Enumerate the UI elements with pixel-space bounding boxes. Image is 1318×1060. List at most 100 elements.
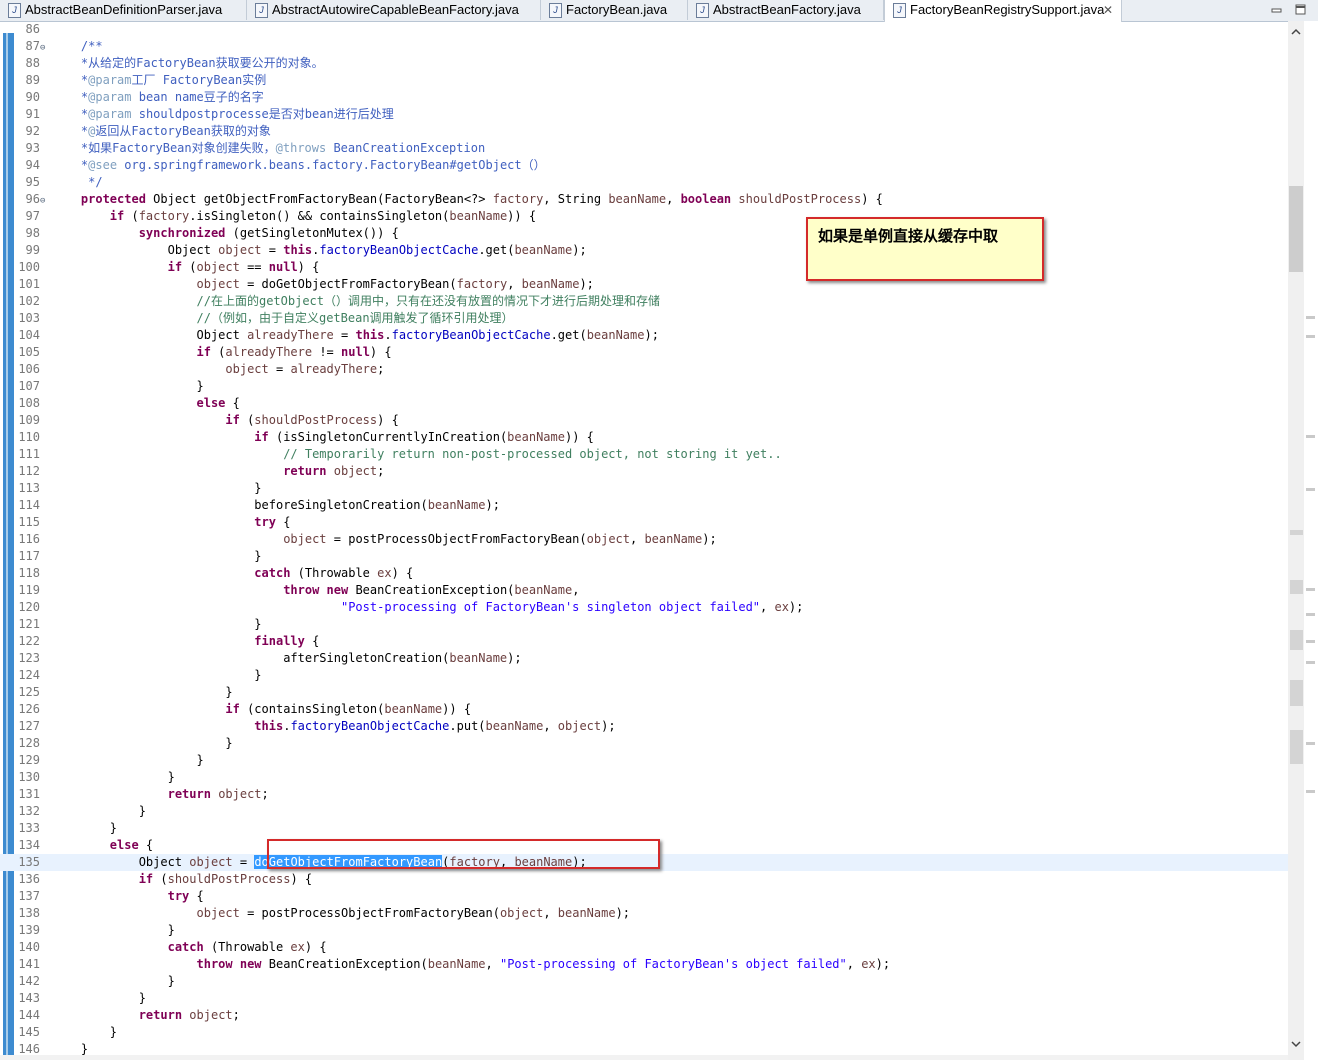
overview-marker[interactable] xyxy=(1306,742,1315,745)
line-number: 134 xyxy=(18,838,40,852)
close-icon[interactable]: ✕ xyxy=(1103,0,1113,20)
code-text: } xyxy=(52,685,233,699)
code-line[interactable]: 141 throw new BeanCreationException(bean… xyxy=(0,956,1288,973)
code-line[interactable]: 112 return object; xyxy=(0,463,1288,480)
horizontal-scrollbar[interactable] xyxy=(0,1055,1288,1060)
code-line[interactable]: 133 } xyxy=(0,820,1288,837)
code-line[interactable]: 103 //（例如，由于自定义getBean调用触发了循环引用处理） xyxy=(0,310,1288,327)
tab-factory-bean[interactable]: J FactoryBean.java xyxy=(541,0,688,20)
overview-marker[interactable] xyxy=(1306,640,1315,643)
code-line[interactable]: 102 //在上面的getObject（）调用中，只有在还没有放置的情况下才进行… xyxy=(0,293,1288,310)
code-line[interactable]: 144 return object; xyxy=(0,1007,1288,1024)
code-line[interactable]: 117 } xyxy=(0,548,1288,565)
code-line[interactable]: 96 ⊖ protected Object getObjectFromFactor… xyxy=(0,191,1288,208)
code-line[interactable]: 89 *@param工厂 FactoryBean实例 xyxy=(0,72,1288,89)
overview-marker[interactable] xyxy=(1306,588,1315,591)
code-line[interactable]: 111 // Temporarily return non-post-proce… xyxy=(0,446,1288,463)
occurrence-marker[interactable] xyxy=(1290,580,1303,594)
code-line[interactable]: 142 } xyxy=(0,973,1288,990)
code-line[interactable]: 127 this.factoryBeanObjectCache.put(bean… xyxy=(0,718,1288,735)
tab-abstract-autowire-capable-bean-factory[interactable]: J AbstractAutowireCapableBeanFactory.jav… xyxy=(247,0,541,20)
scroll-up-icon[interactable] xyxy=(1290,26,1302,38)
tab-abstract-bean-factory[interactable]: J AbstractBeanFactory.java xyxy=(688,0,884,20)
overview-marker[interactable] xyxy=(1306,335,1315,338)
tab-factory-bean-registry-support[interactable]: J FactoryBeanRegistrySupport.java ✕ xyxy=(884,0,1122,22)
code-line[interactable]: 98 synchronized (getSingletonMutex()) { xyxy=(0,225,1288,242)
code-text: beforeSingletonCreation(beanName); xyxy=(52,498,500,512)
code-line[interactable]: 131 return object; xyxy=(0,786,1288,803)
code-text: } xyxy=(52,481,262,495)
code-line[interactable]: 88 *从给定的FactoryBean获取要公开的对象。 xyxy=(0,55,1288,72)
code-line[interactable]: 118 catch (Throwable ex) { xyxy=(0,565,1288,582)
code-line[interactable]: 105 if (alreadyThere != null) { xyxy=(0,344,1288,361)
code-line[interactable]: 95 */ xyxy=(0,174,1288,191)
code-text: if (isSingletonCurrentlyInCreation(beanN… xyxy=(254,430,594,444)
code-line[interactable]: 97 if (factory.isSingleton() && contains… xyxy=(0,208,1288,225)
code-line[interactable]: 114 beforeSingletonCreation(beanName); xyxy=(0,497,1288,514)
line-number: 140 xyxy=(18,940,40,954)
code-line[interactable]: 99 Object object = this.factoryBeanObjec… xyxy=(0,242,1288,259)
code-line[interactable]: 86 xyxy=(0,21,1288,38)
code-line[interactable]: 126 if (containsSingleton(beanName)) { xyxy=(0,701,1288,718)
overview-marker[interactable] xyxy=(1306,613,1315,616)
code-line[interactable]: 116 object = postProcessObjectFromFactor… xyxy=(0,531,1288,548)
code-line[interactable]: 108 else { xyxy=(0,395,1288,412)
code-editor[interactable]: 86 87 ⊖ /** 88 *从给定的FactoryBean获取要公开的对象。 89 … xyxy=(0,21,1288,1060)
code-line[interactable]: 123 afterSingletonCreation(beanName); xyxy=(0,650,1288,667)
scrollbar-thumb[interactable] xyxy=(1289,186,1303,272)
code-text: catch (Throwable ex) { xyxy=(167,940,327,954)
minimize-icon[interactable] xyxy=(1270,3,1284,17)
code-line[interactable]: 132 } xyxy=(0,803,1288,820)
occurrence-marker[interactable] xyxy=(1290,630,1303,650)
code-line[interactable]: 124 } xyxy=(0,667,1288,684)
code-line[interactable]: 119 throw new BeanCreationException(bean… xyxy=(0,582,1288,599)
overview-marker[interactable] xyxy=(1306,316,1315,319)
code-line[interactable]: 113 } xyxy=(0,480,1288,497)
occurrence-marker[interactable] xyxy=(1290,730,1303,764)
occurrence-marker[interactable] xyxy=(1290,680,1303,706)
code-line[interactable]: 122 finally { xyxy=(0,633,1288,650)
code-line[interactable]: 106 object = alreadyThere; xyxy=(0,361,1288,378)
code-text: this.factoryBeanObjectCache.put(beanName… xyxy=(254,719,616,733)
code-line[interactable]: 115 try { xyxy=(0,514,1288,531)
code-line[interactable]: 120 "Post-processing of FactoryBean's si… xyxy=(0,599,1288,616)
vertical-scrollbar[interactable] xyxy=(1288,21,1304,1060)
line-number: 91 xyxy=(25,107,40,121)
code-line[interactable]: 121 } xyxy=(0,616,1288,633)
code-line[interactable]: 101 object = doGetObjectFromFactoryBean(… xyxy=(0,276,1288,293)
maximize-icon[interactable] xyxy=(1294,3,1308,17)
code-line[interactable]: 109 if (shouldPostProcess) { xyxy=(0,412,1288,429)
code-line[interactable]: 137 try { xyxy=(0,888,1288,905)
code-line[interactable]: 138 object = postProcessObjectFromFactor… xyxy=(0,905,1288,922)
overview-marker[interactable] xyxy=(1306,661,1315,664)
code-line[interactable]: 139 } xyxy=(0,922,1288,939)
code-line[interactable]: 136 if (shouldPostProcess) { xyxy=(0,871,1288,888)
code-line[interactable]: 128 } xyxy=(0,735,1288,752)
line-number: 128 xyxy=(18,736,40,750)
overview-marker[interactable] xyxy=(1306,435,1315,438)
code-line[interactable]: 100 if (object == null) { xyxy=(0,259,1288,276)
code-line[interactable]: 125 } xyxy=(0,684,1288,701)
code-line[interactable]: 91 *@param shouldpostprocesse是否对bean进行后处… xyxy=(0,106,1288,123)
code-line[interactable]: 140 catch (Throwable ex) { xyxy=(0,939,1288,956)
code-line[interactable]: 87 ⊖ /** xyxy=(0,38,1288,55)
code-line[interactable]: 107 } xyxy=(0,378,1288,395)
scroll-down-icon[interactable] xyxy=(1290,1038,1302,1050)
code-line[interactable]: 130 } xyxy=(0,769,1288,786)
overview-marker[interactable] xyxy=(1306,488,1315,491)
code-line[interactable]: 104 Object alreadyThere = this.factoryBe… xyxy=(0,327,1288,344)
code-line[interactable]: 129 } xyxy=(0,752,1288,769)
code-line[interactable]: 110 if (isSingletonCurrentlyInCreation(b… xyxy=(0,429,1288,446)
code-line[interactable]: 143 } xyxy=(0,990,1288,1007)
code-line[interactable]: 92 *@返回从FactoryBean获取的对象 xyxy=(0,123,1288,140)
code-text: *@see org.springframework.beans.factory.… xyxy=(80,158,546,172)
code-line[interactable]: 94 *@see org.springframework.beans.facto… xyxy=(0,157,1288,174)
overview-marker[interactable] xyxy=(1306,790,1315,793)
code-line[interactable]: 90 *@param bean name豆子的名字 xyxy=(0,89,1288,106)
line-number: 102 xyxy=(18,294,40,308)
tab-abstract-bean-definition-parser[interactable]: J AbstractBeanDefinitionParser.java xyxy=(0,0,247,20)
line-number: 145 xyxy=(18,1025,40,1039)
code-line[interactable]: 145 } xyxy=(0,1024,1288,1041)
code-line[interactable]: 93 *如果FactoryBean对象创建失败，@throws BeanCrea… xyxy=(0,140,1288,157)
occurrence-marker[interactable] xyxy=(1290,530,1303,535)
